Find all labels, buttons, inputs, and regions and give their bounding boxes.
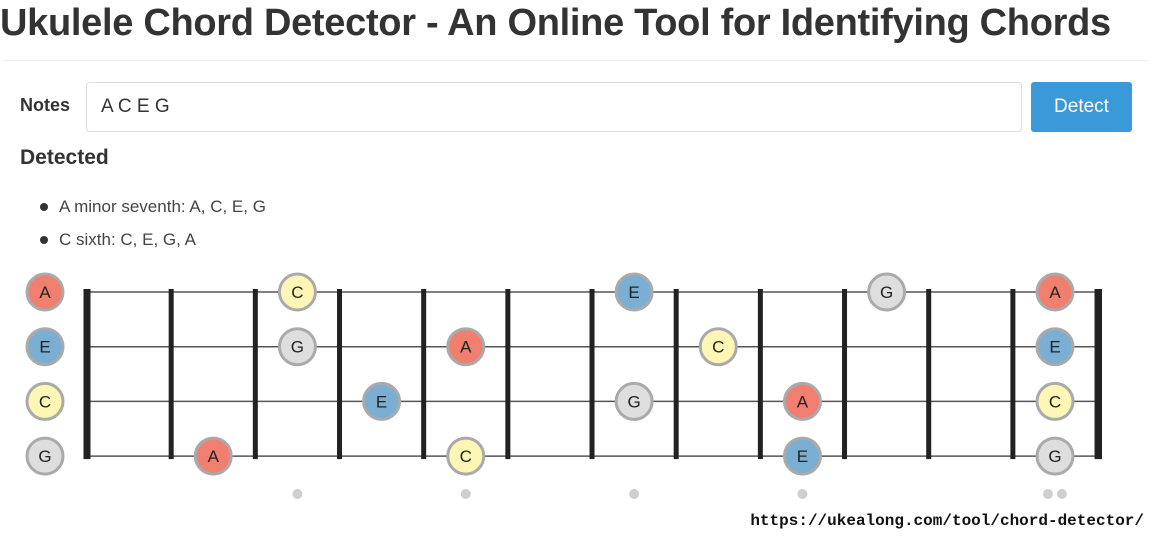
note-label: G [291, 338, 304, 357]
source-url: https://ukealong.com/tool/chord-detector… [750, 512, 1144, 530]
fret-marker-dot [292, 489, 303, 499]
note-label: G [1048, 447, 1061, 466]
detect-button[interactable]: Detect [1031, 82, 1132, 132]
note-label: G [627, 392, 640, 411]
note-label: E [376, 392, 387, 411]
detected-heading: Detected [20, 146, 109, 169]
bullet-icon [40, 203, 48, 211]
note-label: C [712, 338, 724, 357]
chord-result-text: A minor seventh: A, C, E, G [59, 197, 266, 216]
fret-marker-dot [1056, 489, 1067, 499]
fret-line [589, 289, 595, 460]
notes-label: Notes [20, 95, 71, 115]
fret-line [673, 289, 679, 460]
fret-line [757, 289, 763, 460]
note-label: C [1049, 392, 1061, 411]
fret-marker-dot [460, 489, 471, 499]
note-label: C [291, 283, 303, 302]
fret-line [505, 289, 511, 460]
note-label: E [39, 338, 50, 357]
note-label: A [1049, 283, 1061, 302]
fret-line [842, 289, 848, 460]
notes-input[interactable] [86, 82, 1022, 132]
chord-result-item: C sixth: C, E, G, A [40, 228, 266, 261]
chord-result-item: A minor seventh: A, C, E, G [40, 195, 266, 228]
note-label: A [797, 392, 809, 411]
fret-line [337, 289, 343, 460]
note-label: E [797, 447, 808, 466]
chord-result-text: C sixth: C, E, G, A [59, 230, 196, 249]
note-label: E [1049, 338, 1060, 357]
note-label: G [880, 283, 893, 302]
bullet-icon [40, 236, 48, 244]
fret-line [1010, 289, 1016, 460]
fretboard-diagram: A C E G A E G A C E C E G A C G A C E G [25, 272, 1102, 499]
page-title: Ukulele Chord Detector - An Online Tool … [0, 2, 1111, 44]
fret-marker-dot [1042, 489, 1053, 499]
note-label: A [208, 447, 220, 466]
note-label: A [460, 338, 472, 357]
note-label: C [460, 447, 472, 466]
fret-line [926, 289, 932, 460]
fret-line [252, 289, 258, 460]
fretboard-end [1097, 289, 1102, 460]
note-label: G [38, 447, 51, 466]
nut [83, 289, 91, 460]
chord-result-list: A minor seventh: A, C, E, G C sixth: C, … [40, 195, 266, 261]
note-label: A [39, 283, 51, 302]
note-label: E [628, 283, 639, 302]
note-label: C [39, 392, 51, 411]
fret-marker-dot [797, 489, 808, 499]
fret-line [421, 289, 427, 460]
fret-marker-dot [629, 489, 640, 499]
fret-line [168, 289, 174, 460]
